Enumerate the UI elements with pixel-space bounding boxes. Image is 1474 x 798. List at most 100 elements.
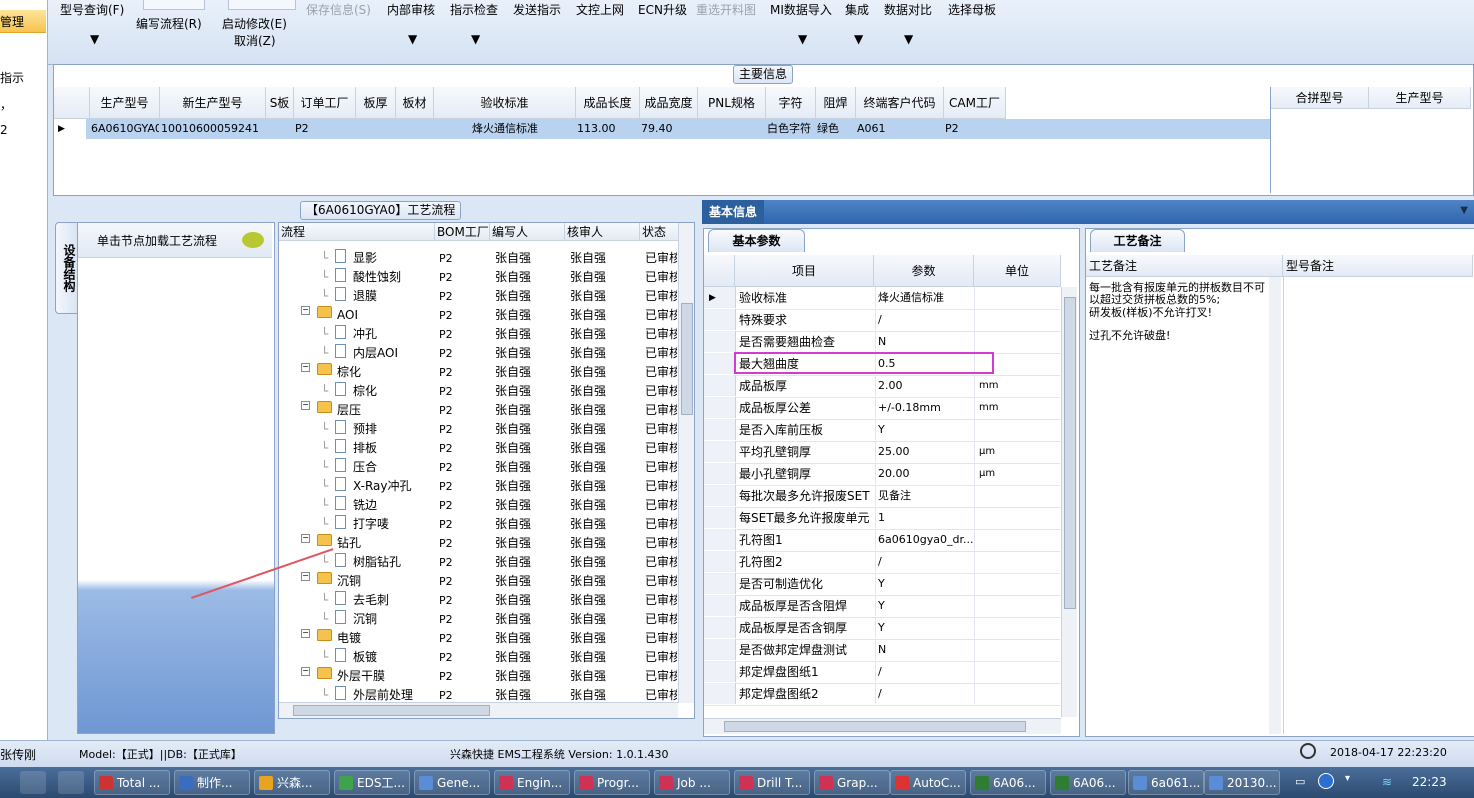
taskbar-item[interactable]: 6A06... [1050,770,1126,795]
tab-basic-params[interactable]: 基本参数 [708,229,805,252]
main-column-header[interactable]: 终端客户代码 [856,87,944,119]
main-cell[interactable]: 79.40 [641,119,697,139]
param-value[interactable]: / [875,661,976,682]
craft-note-text[interactable]: 过孔不允许破盘! [1089,330,1271,342]
dropdown-arrow-icon[interactable]: ▼ [798,32,807,46]
param-row[interactable]: 成品板厚是否含阻焊 Y [704,595,1060,618]
tree-row[interactable]: └ 退膜 P2 张自强 张自强 已审核 [279,287,679,306]
tree-row[interactable]: └ 冲孔 P2 张自强 张自强 已审核 [279,325,679,344]
main-column-header[interactable]: 成品宽度 [640,87,698,119]
dropdown-arrow-icon[interactable]: ▼ [90,32,99,46]
write-flow-button[interactable]: 编写流程(R) [136,15,202,32]
main-cell[interactable]: P2 [945,119,1005,139]
cancel-button[interactable]: 取消(Z) [234,32,276,49]
tree-row[interactable]: −沉铜P2张自强张自强已审核 [279,572,679,591]
mi-import-button[interactable]: MI数据导入 [770,1,832,18]
param-row[interactable]: 每SET最多允许报废单元 1 [704,507,1060,530]
tree-row[interactable]: −外层干膜P2张自强张自强已审核 [279,667,679,686]
main-cell[interactable]: P2 [295,119,355,139]
dropdown-arrow-icon[interactable]: ▼ [471,32,480,46]
param-row[interactable]: 成品板厚是否含铜厚 Y [704,617,1060,640]
main-column-header[interactable]: PNL规格 [698,87,766,119]
param-value[interactable]: Y [875,595,976,616]
param-row[interactable]: 是否需要翘曲检查 N [704,331,1060,354]
tree-vertical-scrollbar[interactable] [678,223,694,703]
tree-row[interactable]: └ 内层AOI P2 张自强 张自强 已审核 [279,344,679,363]
craft-note-text[interactable]: 每一批含有报废单元的拼板数目不可以超过交货拼板总数的5%; [1089,282,1271,306]
main-cell[interactable]: 113.00 [577,119,639,139]
taskbar-clock[interactable]: 22:23 [1412,767,1447,798]
taskbar-item[interactable]: Total ... [94,770,170,795]
param-row[interactable]: 邦定焊盘图纸1 / [704,661,1060,684]
tree-row[interactable]: └ 压合 P2 张自强 张自强 已审核 [279,458,679,477]
calculator-icon[interactable] [58,771,84,794]
taskbar-item[interactable]: 6A06... [970,770,1046,795]
internal-review-button[interactable]: 内部审核 [387,1,435,18]
params-vertical-scrollbar[interactable] [1061,287,1077,717]
taskbar-item[interactable]: Engin... [494,770,570,795]
main-cell[interactable] [699,119,765,139]
taskbar-item[interactable]: 兴森... [254,770,330,795]
tree-row[interactable]: └ 铣边 P2 张自强 张自强 已审核 [279,496,679,515]
param-row[interactable]: 成品板厚公差 +/-0.18mm mm [704,397,1060,420]
tree-row[interactable]: └ 棕化 P2 张自强 张自强 已审核 [279,382,679,401]
side-tab-equipment-structure[interactable]: 设备结构 [55,222,78,314]
tab-craft-notes[interactable]: 工艺备注 [1090,229,1185,252]
dropdown-arrow-icon[interactable]: ▼ [854,32,863,46]
tree-row[interactable]: −棕化P2张自强张自强已审核 [279,363,679,382]
tree-row[interactable]: └ 沉铜 P2 张自强 张自强 已审核 [279,610,679,629]
tree-row[interactable]: └ 树脂钻孔 P2 张自强 张自强 已审核 [279,553,679,572]
model-notes-column-header[interactable]: 型号备注 [1283,255,1473,277]
param-value[interactable]: +/-0.18mm [875,397,976,418]
tree-row[interactable]: └ 预排 P2 张自强 张自强 已审核 [279,420,679,439]
scroll-thumb[interactable] [293,705,490,716]
param-row[interactable]: 特殊要求 / [704,309,1060,332]
param-value[interactable]: Y [875,617,976,638]
scroll-thumb[interactable] [1064,297,1076,609]
data-compare-button[interactable]: 数据对比 [884,1,932,18]
tree-row[interactable]: └ 显影 P2 张自强 张自强 已审核 [279,249,679,268]
save-info-button[interactable]: 保存信息(S) [306,1,371,18]
param-value[interactable]: N [875,639,976,660]
taskbar-item[interactable]: Drill T... [734,770,810,795]
tree-row[interactable]: └ 酸性蚀刻 P2 张自强 张自强 已审核 [279,268,679,287]
tree-row[interactable]: └ 打字唛 P2 张自强 张自强 已审核 [279,515,679,534]
param-row[interactable]: 每批次最多允许报废SET 见备注 [704,485,1060,508]
model-query-button[interactable]: 型号查询(F) [60,1,124,18]
main-column-header[interactable]: 生产型号 [90,87,160,119]
reselect-cutting-button[interactable]: 重选开料图 [696,1,756,18]
tree-row[interactable]: −AOIP2张自强张自强已审核 [279,306,679,325]
scroll-thumb[interactable] [681,303,693,415]
help-icon[interactable] [1318,773,1334,789]
param-row[interactable]: 邦定焊盘图纸2 / [704,683,1060,706]
param-value[interactable]: / [875,551,976,572]
param-value[interactable]: / [875,309,976,330]
main-cell[interactable]: A061 [857,119,943,139]
tree-column-header[interactable]: 状态 [640,223,680,241]
main-column-header[interactable]: 字符 [766,87,816,119]
tree-row[interactable]: −钻孔P2张自强张自强已审核 [279,534,679,553]
send-instruction-button[interactable]: 发送指示 [513,1,561,18]
param-value[interactable]: 见备注 [875,485,976,506]
param-row[interactable]: 是否可制造优化 Y [704,573,1060,596]
taskbar-item[interactable]: AutoC... [890,770,966,795]
main-column-header[interactable]: 成品长度 [576,87,640,119]
param-value[interactable]: 6a0610gya0_dr... [875,529,976,550]
param-value[interactable]: 20.00 [875,463,976,484]
main-column-header[interactable]: 订单工厂 [294,87,356,119]
tree-row[interactable]: −电镀P2张自强张自强已审核 [279,629,679,648]
tray-arrow-icon[interactable]: ▾ [1345,773,1350,784]
tree-column-header[interactable]: 核审人 [565,223,640,241]
load-flow-panel[interactable]: 单击节点加载工艺流程 [77,222,275,734]
tree-row[interactable]: └ X-Ray冲孔 P2 张自强 张自强 已审核 [279,477,679,496]
nav-item-text[interactable]: 2 [0,123,8,137]
main-column-header[interactable]: 板材 [396,87,434,119]
tree-horizontal-scrollbar[interactable] [279,702,678,718]
tray-icon[interactable]: ▭ [1295,775,1305,788]
main-column-header[interactable]: 新生产型号 [160,87,266,119]
main-cell[interactable]: 6A0610GYA0 [91,119,159,139]
param-row[interactable]: ▶ 验收标准 烽火通信标准 [704,287,1060,310]
main-column-header[interactable]: 板厚 [356,87,396,119]
tree-row[interactable]: └ 去毛刺 P2 张自强 张自强 已审核 [279,591,679,610]
param-value[interactable]: 25.00 [875,441,976,462]
